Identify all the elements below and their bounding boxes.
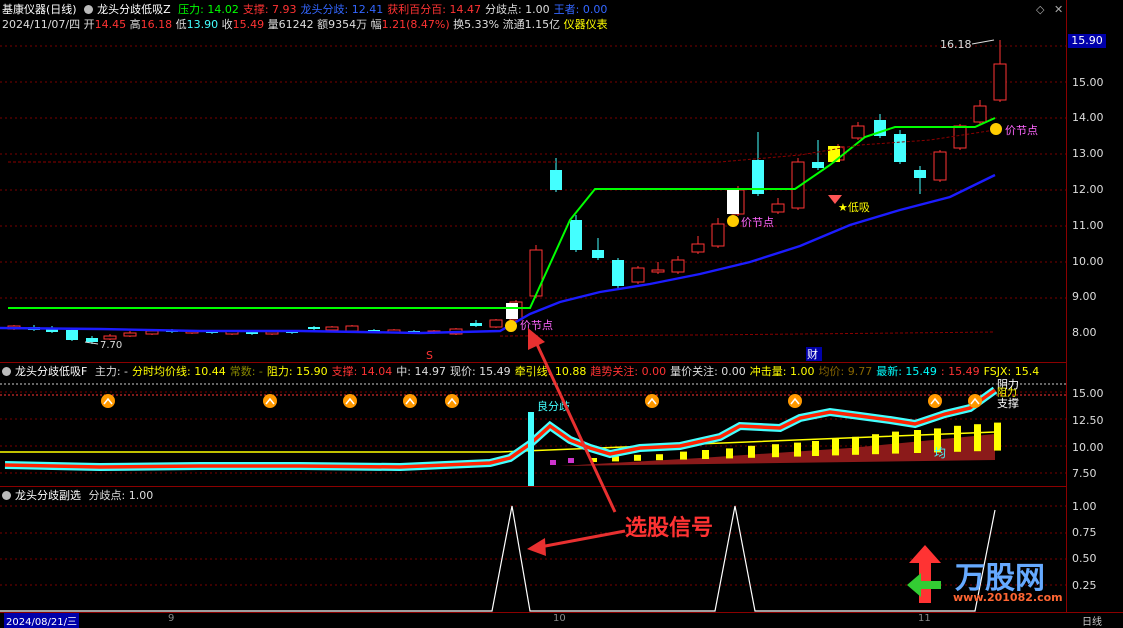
timeline-month-11: 11	[918, 613, 931, 624]
sub1-tick: 7.50	[1072, 467, 1097, 480]
price-tick: 14.00	[1072, 111, 1104, 124]
period-label[interactable]: 日线	[1082, 613, 1102, 628]
price-axis	[1066, 0, 1123, 362]
sub2-tick: 0.50	[1072, 552, 1097, 565]
price-tick: 12.00	[1072, 183, 1104, 196]
sub1-tick: 12.50	[1072, 414, 1104, 427]
price-tick: 15.00	[1072, 76, 1104, 89]
callout-arrows	[527, 328, 626, 556]
timeline-month-10: 10	[553, 613, 566, 624]
sub2-tick: 0.25	[1072, 579, 1097, 592]
timeline-start: 2024/08/21/三	[4, 613, 80, 628]
sub1-tick: 10.00	[1072, 441, 1104, 454]
time-axis: 2024/08/21/三 9 10 11 日线	[0, 612, 1123, 628]
timeline-month-9: 9	[168, 613, 175, 624]
stock-selection-signal-callout: 选股信号	[625, 516, 714, 541]
sub1-tick: 15.00	[1072, 387, 1104, 400]
price-tick: 13.00	[1072, 147, 1104, 160]
price-tick: 8.00	[1072, 326, 1097, 339]
watermark-logo: 万股网 www.201082.com	[905, 545, 1065, 610]
watermark-url: www.201082.com	[953, 591, 1063, 604]
sub2-tick: 1.00	[1072, 500, 1097, 513]
price-tick: 11.00	[1072, 219, 1104, 232]
price-tick: 10.00	[1072, 255, 1104, 268]
sub2-tick: 0.75	[1072, 526, 1097, 539]
price-tick: 9.00	[1072, 290, 1097, 303]
brand-arrow-icon	[907, 545, 941, 603]
current-price-tag: 15.90	[1068, 34, 1106, 48]
